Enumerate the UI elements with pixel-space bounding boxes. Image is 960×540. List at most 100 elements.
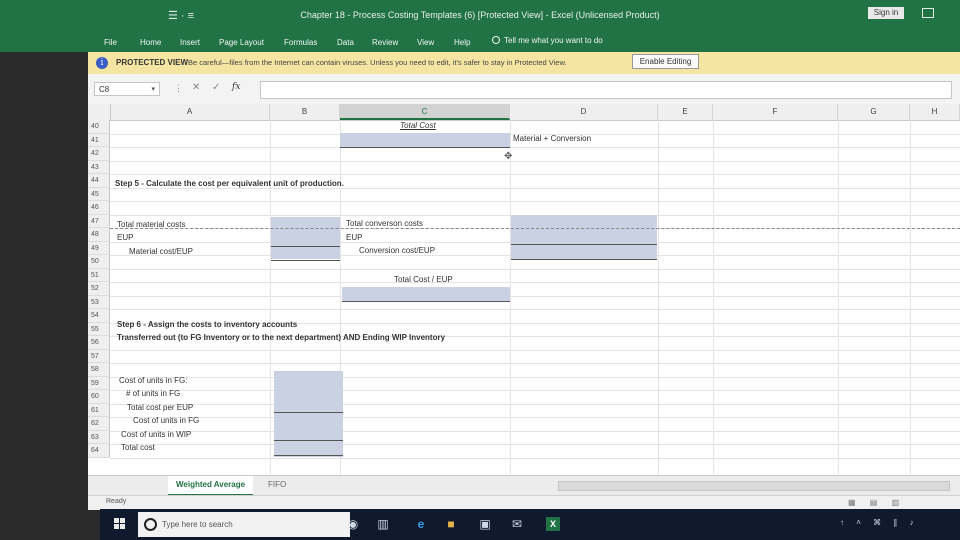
row-header[interactable]: 63 xyxy=(88,430,110,444)
input-cell-material[interactable] xyxy=(271,217,340,259)
tab-view[interactable]: View xyxy=(417,38,434,47)
view-buttons-icon[interactable]: ▦ ▤ ▥ xyxy=(848,498,905,507)
input-cell-fg-wip[interactable] xyxy=(274,371,343,457)
windows-taskbar: Type here to search ◉ ▥ e ■ ▣ ✉ X ↑ ˄ ⌘ … xyxy=(100,509,960,540)
formula-input[interactable] xyxy=(260,81,952,99)
row-header[interactable]: 48 xyxy=(88,228,110,242)
tell-me-search[interactable]: Tell me what you want to do xyxy=(492,36,603,45)
row-header[interactable]: 56 xyxy=(88,336,110,350)
more-options-icon[interactable]: ⋮ xyxy=(174,83,183,94)
sheet-tab-fifo[interactable]: FIFO xyxy=(260,476,294,494)
gridline xyxy=(713,120,714,475)
tab-file[interactable]: File xyxy=(104,38,117,47)
row-header[interactable]: 46 xyxy=(88,201,110,215)
input-cell-conversion[interactable] xyxy=(511,215,657,259)
row-header[interactable]: 60 xyxy=(88,390,110,404)
cursor-plus-icon: ✥ xyxy=(504,151,513,162)
column-header-e[interactable]: E xyxy=(658,104,713,120)
cell-a60: Total cost per EUP xyxy=(127,403,194,412)
row-header[interactable]: 62 xyxy=(88,417,110,431)
cancel-icon[interactable]: ✕ xyxy=(192,82,200,93)
tab-help[interactable]: Help xyxy=(454,38,470,47)
row-header[interactable]: 51 xyxy=(88,268,110,282)
input-cell-total-cost[interactable] xyxy=(340,133,510,147)
row-header[interactable]: 59 xyxy=(88,376,110,390)
tab-data[interactable]: Data xyxy=(337,38,354,47)
gridline xyxy=(110,390,960,391)
sheet-tabs-bar: Weighted Average FIFO xyxy=(88,475,960,496)
row-header[interactable]: 58 xyxy=(88,363,110,377)
gridline xyxy=(110,363,960,364)
windows-start-icon[interactable] xyxy=(114,518,126,530)
gridline xyxy=(838,120,839,475)
row-header[interactable]: 41 xyxy=(88,133,110,147)
file-explorer-icon[interactable]: ■ xyxy=(444,517,458,531)
gridline xyxy=(110,430,960,432)
row-header[interactable]: 61 xyxy=(88,403,110,417)
select-all-corner[interactable] xyxy=(88,104,111,120)
underline xyxy=(274,412,343,413)
row-header[interactable]: 52 xyxy=(88,282,110,296)
tab-page-layout[interactable]: Page Layout xyxy=(219,38,264,47)
screen: ☰ · ≡ Chapter 18 - Process Costing Templ… xyxy=(0,0,960,540)
row-header[interactable]: 50 xyxy=(88,255,110,269)
row-header[interactable]: 42 xyxy=(88,147,110,161)
insert-function-icon[interactable]: fx xyxy=(232,82,240,92)
info-icon: i xyxy=(96,57,108,69)
tab-home[interactable]: Home xyxy=(140,38,161,47)
column-header-f[interactable]: F xyxy=(713,104,838,120)
row-header[interactable]: 43 xyxy=(88,160,110,174)
row-header[interactable]: 64 xyxy=(88,444,110,458)
column-header-c[interactable]: C xyxy=(340,104,510,120)
row-header[interactable]: 49 xyxy=(88,241,110,255)
cell-a54: Step 6 - Assign the costs to inventory a… xyxy=(117,320,298,329)
mail-icon[interactable]: ✉ xyxy=(510,517,524,531)
lightbulb-icon xyxy=(492,36,500,44)
task-view-icon[interactable]: ▥ xyxy=(376,517,390,531)
tell-me-label: Tell me what you want to do xyxy=(504,36,603,45)
row-header[interactable]: 54 xyxy=(88,309,110,323)
sign-in-button[interactable]: Sign in xyxy=(868,7,904,19)
column-header-a[interactable]: A xyxy=(110,104,270,120)
enable-editing-button[interactable]: Enable Editing xyxy=(632,54,699,69)
edge-icon[interactable]: e xyxy=(414,517,428,531)
chevron-down-icon[interactable]: ▾ xyxy=(151,83,155,97)
cell-c47: Total converson costs xyxy=(346,219,423,228)
gridline xyxy=(110,376,960,378)
row-header[interactable]: 57 xyxy=(88,349,110,363)
row-header[interactable]: 40 xyxy=(88,120,110,134)
cell-a48: EUP xyxy=(117,233,134,242)
gridline xyxy=(110,349,960,351)
cell-a59: # of units in FG xyxy=(126,389,181,398)
gridline xyxy=(110,174,960,175)
store-icon[interactable]: ▣ xyxy=(478,517,492,531)
horizontal-scrollbar[interactable] xyxy=(558,481,950,491)
underline xyxy=(274,455,343,456)
microphone-icon[interactable]: ◉ xyxy=(346,517,360,531)
excel-taskbar-icon[interactable]: X xyxy=(546,517,560,531)
name-box[interactable]: C8 ▾ xyxy=(94,82,160,96)
title-bar: ☰ · ≡ Chapter 18 - Process Costing Templ… xyxy=(0,0,960,30)
row-header[interactable]: 53 xyxy=(88,295,110,309)
row-header[interactable]: 45 xyxy=(88,187,110,201)
tab-formulas[interactable]: Formulas xyxy=(284,38,317,47)
taskbar-search-box[interactable]: Type here to search xyxy=(138,512,350,537)
column-header-g[interactable]: G xyxy=(838,104,910,120)
tab-review[interactable]: Review xyxy=(372,38,398,47)
row-header[interactable]: 44 xyxy=(88,174,110,188)
tab-insert[interactable]: Insert xyxy=(180,38,200,47)
ribbon-display-options-icon[interactable] xyxy=(922,8,934,18)
enter-icon[interactable]: ✓ xyxy=(212,82,220,93)
row-header[interactable]: 55 xyxy=(88,322,110,336)
column-header-h[interactable]: H xyxy=(910,104,960,120)
sheet-tab-weighted-average[interactable]: Weighted Average xyxy=(168,476,254,496)
gridline xyxy=(110,444,960,445)
column-header-b[interactable]: B xyxy=(270,104,340,120)
input-cell-total-cost-eup[interactable] xyxy=(342,287,510,301)
system-tray-icons[interactable]: ↑ ˄ ⌘ ∥ ♪ xyxy=(840,518,919,527)
column-header-d[interactable]: D xyxy=(510,104,658,120)
worksheet-grid[interactable]: A B C D E F G H 40 41 42 43 44 45 46 47 48 49 50 51… xyxy=(88,104,960,475)
row-header[interactable]: 47 xyxy=(88,214,110,228)
cell-a58: Cost of units in FG: xyxy=(119,376,188,385)
gridline xyxy=(510,120,511,475)
